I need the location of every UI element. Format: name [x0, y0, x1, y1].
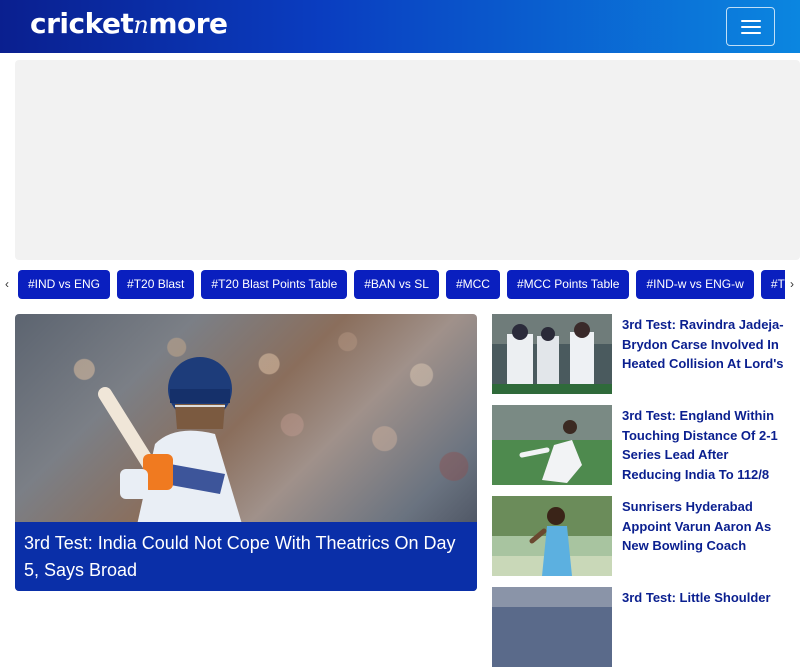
tag-t20-blast-points-table[interactable]: #T20 Blast Points Table — [201, 270, 348, 299]
scroll-right-arrow-icon[interactable]: › — [790, 277, 794, 291]
tag-t20[interactable]: #T20 — [760, 270, 785, 299]
side-news-title[interactable]: 3rd Test: Ravindra Jadeja-Brydon Carse I… — [622, 315, 787, 374]
side-news-item[interactable]: 3rd Test: Ravindra Jadeja-Brydon Carse I… — [492, 314, 792, 396]
side-news-item[interactable]: 3rd Test: Little Shoulder — [492, 587, 792, 669]
side-news-item[interactable]: 3rd Test: England Within Touching Distan… — [492, 405, 792, 487]
logo-text-more: more — [148, 7, 228, 40]
news-thumbnail-image — [492, 496, 612, 576]
site-logo[interactable]: cricketnmore — [30, 7, 228, 40]
tag-t20-blast[interactable]: #T20 Blast — [117, 270, 195, 299]
side-news-title[interactable]: 3rd Test: England Within Touching Distan… — [622, 406, 787, 484]
ad-banner-placeholder — [15, 60, 800, 260]
site-header: cricketnmore — [0, 0, 800, 53]
tag-mcc-points-table[interactable]: #MCC Points Table — [506, 270, 630, 299]
side-news-item[interactable]: Sunrisers Hyderabad Appoint Varun Aaron … — [492, 496, 792, 578]
news-thumbnail-image — [492, 587, 612, 667]
trending-tags-bar: ‹ #IND vs ENG #T20 Blast #T20 Blast Points… — [0, 270, 800, 300]
scroll-left-arrow-icon[interactable]: ‹ — [5, 277, 9, 291]
hamburger-menu-button[interactable] — [726, 7, 775, 46]
hamburger-menu-icon-bar — [740, 25, 761, 28]
news-thumbnail-image — [492, 314, 612, 394]
tag-strip: #IND vs ENG #T20 Blast #T20 Blast Points T… — [18, 270, 785, 300]
news-thumbnail-image — [492, 405, 612, 485]
logo-text-n: n — [133, 11, 149, 39]
side-news-title[interactable]: 3rd Test: Little Shoulder — [622, 588, 787, 608]
tag-mcc[interactable]: #MCC — [445, 270, 500, 299]
featured-story-title[interactable]: 3rd Test: India Could Not Cope With Thea… — [15, 522, 477, 591]
side-news-title[interactable]: Sunrisers Hyderabad Appoint Varun Aaron … — [622, 497, 787, 556]
hamburger-menu-icon — [740, 19, 761, 22]
tag-ban-vs-sl[interactable]: #BAN vs SL — [354, 270, 439, 299]
tag-ind-vs-eng[interactable]: #IND vs ENG — [18, 270, 111, 299]
batsman-image — [98, 357, 245, 534]
tag-ind-w-vs-eng-w[interactable]: #IND-w vs ENG-w — [636, 270, 754, 299]
hamburger-menu-icon-bar — [740, 31, 761, 34]
featured-story[interactable]: 3rd Test: India Could Not Cope With Thea… — [15, 314, 477, 591]
logo-text-cricket: cricket — [30, 7, 134, 40]
